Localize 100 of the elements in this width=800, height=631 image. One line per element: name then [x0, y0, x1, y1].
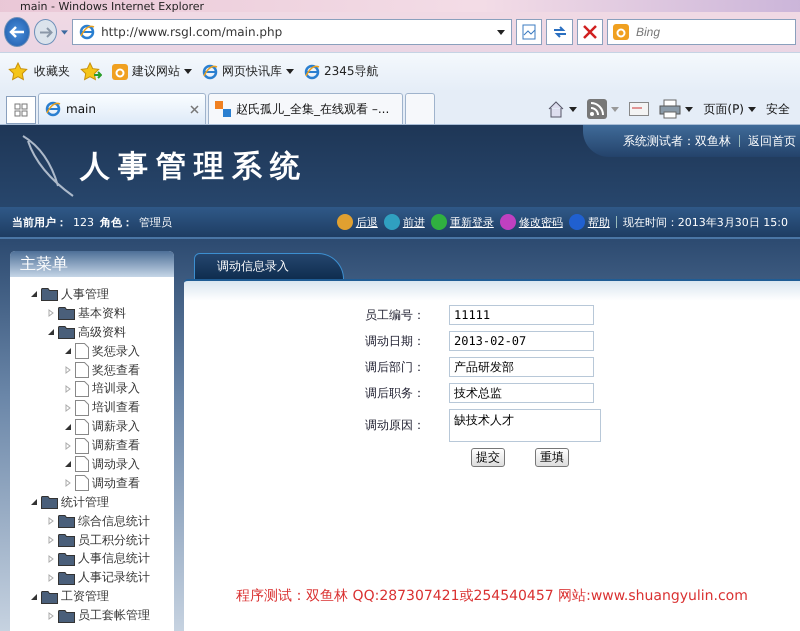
- collapsed-arrow-icon[interactable]: [64, 442, 72, 450]
- close-icon: [582, 25, 597, 39]
- favorites-link[interactable]: 网页快讯库: [202, 63, 294, 80]
- forward-arrow-icon: [38, 26, 53, 38]
- collapsed-arrow-icon[interactable]: [47, 309, 55, 318]
- ie-logo-icon: [202, 64, 218, 80]
- back-button[interactable]: [4, 17, 30, 47]
- nav-link[interactable]: 帮助: [568, 214, 610, 230]
- document-icon: [75, 362, 89, 378]
- input-field[interactable]: 2013-02-07: [449, 331, 594, 351]
- field-label: 员工编号：: [365, 306, 426, 324]
- menu-item[interactable]: 人事记录统计: [78, 569, 150, 586]
- expanded-arrow-icon[interactable]: [30, 498, 38, 506]
- collapsed-arrow-icon[interactable]: [64, 404, 72, 412]
- input-field[interactable]: 11111: [449, 305, 594, 325]
- menu-item[interactable]: 培训录入: [92, 380, 140, 398]
- dropdown-caret-icon[interactable]: [184, 69, 192, 74]
- nav-link[interactable]: 修改密码: [500, 214, 563, 230]
- nav-link[interactable]: 后退: [336, 214, 378, 230]
- nav-link[interactable]: 重新登录: [430, 214, 494, 230]
- dropdown-caret-icon[interactable]: [685, 106, 694, 112]
- collapsed-arrow-icon[interactable]: [47, 574, 55, 582]
- folder-icon: [58, 533, 75, 548]
- browser-tab[interactable]: main: [38, 93, 206, 124]
- footer-text: 程序测试：双鱼林 QQ:287307421或254540457 网站:www.shuangyulin.com: [236, 587, 748, 605]
- menu-item[interactable]: 高级资料: [78, 324, 126, 341]
- menu-item[interactable]: 调薪查看: [92, 437, 140, 454]
- quick-tabs-button[interactable]: [6, 96, 36, 124]
- field-label: 调动原因：: [365, 417, 426, 434]
- menu-item[interactable]: 奖惩录入: [92, 342, 140, 360]
- favorites-link[interactable]: 2345导航: [304, 63, 379, 80]
- form-button[interactable]: 重填: [535, 448, 569, 467]
- document-icon: [75, 380, 89, 397]
- home-icon: [547, 100, 566, 118]
- collapsed-arrow-icon[interactable]: [47, 612, 55, 620]
- collapsed-arrow-icon[interactable]: [64, 366, 72, 374]
- expanded-arrow-icon[interactable]: [47, 328, 55, 336]
- add-favorite-icon[interactable]: [80, 62, 102, 82]
- refresh-icon: [552, 25, 568, 39]
- menu-item[interactable]: 基本资料: [78, 304, 126, 322]
- menu-item[interactable]: 调薪录入: [92, 418, 140, 436]
- input-field[interactable]: 技术总监: [449, 383, 594, 403]
- dropdown-caret-icon[interactable]: [286, 69, 294, 74]
- menu-item[interactable]: 人事信息统计: [78, 550, 150, 568]
- app-title: 人事管理系统: [80, 148, 308, 184]
- menu-item[interactable]: 统计管理: [61, 494, 109, 511]
- collapsed-arrow-icon[interactable]: [47, 536, 55, 544]
- dropdown-caret-icon[interactable]: [569, 106, 578, 112]
- menu-item[interactable]: 培训查看: [92, 399, 140, 416]
- folder-icon: [58, 552, 75, 566]
- collapsed-arrow-icon[interactable]: [64, 479, 72, 488]
- favorites-star-icon[interactable]: [8, 62, 30, 82]
- menu-item[interactable]: 奖惩查看: [92, 362, 140, 378]
- menu-item[interactable]: 人事管理: [61, 286, 109, 303]
- expanded-arrow-icon[interactable]: [64, 347, 72, 356]
- collapsed-arrow-icon[interactable]: [47, 554, 55, 563]
- favorites-link[interactable]: 收藏夹: [8, 62, 70, 82]
- expanded-arrow-icon[interactable]: [64, 460, 72, 468]
- current-time: 现在时间：2013年3月30日 15:0: [622, 214, 788, 230]
- folder-icon: [58, 514, 75, 528]
- content-tab[interactable]: 调动信息录入: [194, 253, 344, 279]
- search-field[interactable]: Bing: [607, 19, 796, 45]
- compatibility-button[interactable]: [516, 19, 542, 45]
- expanded-arrow-icon[interactable]: [64, 422, 72, 431]
- home-link[interactable]: 返回首页: [748, 132, 796, 150]
- role-label: 角色：: [100, 214, 133, 230]
- field-label: 调后职务：: [365, 384, 426, 402]
- folder-icon: [58, 608, 75, 623]
- form-button[interactable]: 提交: [471, 448, 505, 467]
- menu-item[interactable]: 员工积分统计: [78, 532, 150, 549]
- ie-logo-icon: [45, 101, 61, 117]
- forward-button[interactable]: [34, 19, 58, 45]
- expanded-arrow-icon[interactable]: [30, 290, 38, 298]
- page-menu[interactable]: 页面(P): [699, 94, 760, 124]
- collapsed-arrow-icon[interactable]: [47, 517, 55, 526]
- mail-icon: [629, 102, 650, 116]
- address-field[interactable]: http://www.rsgl.com/main.php: [72, 19, 512, 45]
- menu-item[interactable]: 调动录入: [92, 456, 140, 473]
- menu-item[interactable]: 综合信息统计: [78, 512, 150, 530]
- dropdown-caret-icon[interactable]: [748, 106, 756, 112]
- close-icon[interactable]: [190, 104, 199, 114]
- dropdown-caret-icon[interactable]: [497, 30, 506, 34]
- safety-menu[interactable]: 安全: [762, 94, 794, 124]
- refresh-button[interactable]: [546, 19, 573, 45]
- favorites-link[interactable]: 建议网站: [112, 63, 192, 80]
- reason-textarea[interactable]: 缺技术人才: [449, 409, 601, 442]
- folder-icon: [58, 306, 75, 320]
- ie-logo-icon: [304, 64, 320, 80]
- document-icon: [75, 343, 89, 360]
- browser-tab[interactable]: 赵氏孤儿_全集_在线观看 –...: [208, 93, 403, 124]
- menu-item[interactable]: 员工套帐管理: [78, 607, 150, 624]
- nav-link[interactable]: 前进: [384, 214, 425, 230]
- stop-button[interactable]: [576, 19, 604, 45]
- expanded-arrow-icon[interactable]: [30, 592, 38, 601]
- menu-item[interactable]: 调动查看: [92, 474, 140, 492]
- menu-item[interactable]: 工资管理: [61, 588, 109, 606]
- input-field[interactable]: 产品研发部: [449, 357, 594, 377]
- field-label: 调动日期：: [365, 332, 426, 350]
- collapsed-arrow-icon[interactable]: [64, 384, 72, 393]
- role-name: 管理员: [139, 214, 172, 230]
